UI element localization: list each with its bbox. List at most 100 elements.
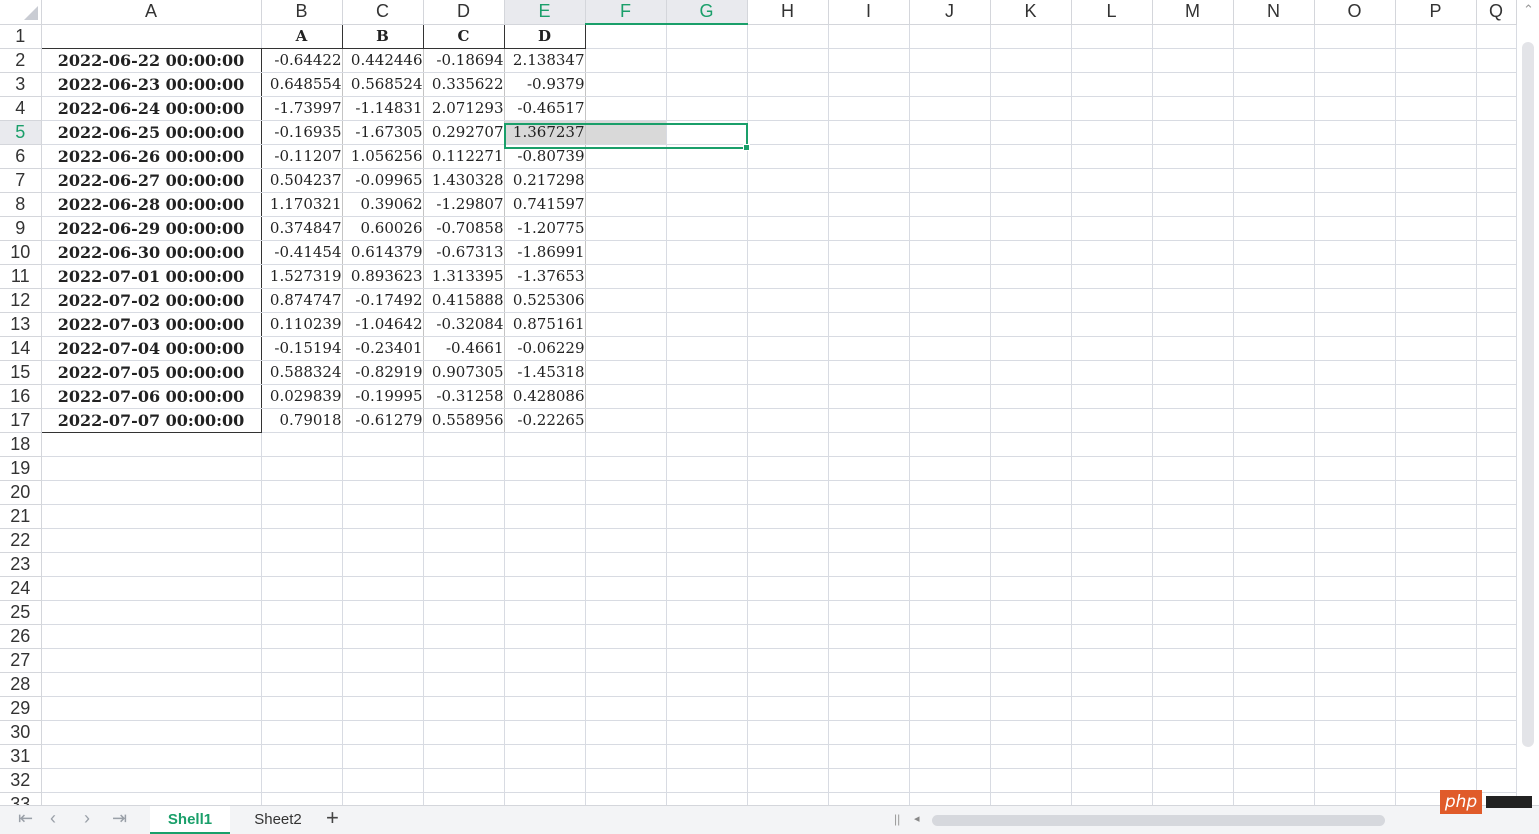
cell-o19[interactable]: [1314, 456, 1396, 481]
cell-g32[interactable]: [666, 768, 748, 793]
cell-j31[interactable]: [909, 744, 991, 769]
cell-f3[interactable]: [585, 72, 667, 97]
cell-m28[interactable]: [1152, 672, 1234, 697]
cell-e13[interactable]: 0.875161: [504, 312, 586, 337]
cell-q12[interactable]: [1476, 288, 1517, 313]
cell-g8[interactable]: [666, 192, 748, 217]
cell-b27[interactable]: [261, 648, 343, 673]
cell-h8[interactable]: [747, 192, 829, 217]
cell-m24[interactable]: [1152, 576, 1234, 601]
cell-h14[interactable]: [747, 336, 829, 361]
cell-o12[interactable]: [1314, 288, 1396, 313]
cell-j6[interactable]: [909, 144, 991, 169]
cell-i30[interactable]: [828, 720, 910, 745]
cell-a2[interactable]: 2022-06-22 00:00:00: [40, 48, 262, 73]
cell-q15[interactable]: [1476, 360, 1517, 385]
cell-f7[interactable]: [585, 168, 667, 193]
cell-i7[interactable]: [828, 168, 910, 193]
cell-p25[interactable]: [1395, 600, 1477, 625]
row-header[interactable]: 24: [0, 576, 42, 601]
cell-f17[interactable]: [585, 408, 667, 433]
cell-p11[interactable]: [1395, 264, 1477, 289]
cell-b7[interactable]: 0.504237: [261, 168, 343, 193]
cell-d31[interactable]: [423, 744, 505, 769]
cell-l19[interactable]: [1071, 456, 1153, 481]
cell-d20[interactable]: [423, 480, 505, 505]
cell-p17[interactable]: [1395, 408, 1477, 433]
cell-f28[interactable]: [585, 672, 667, 697]
cell-n2[interactable]: [1233, 48, 1315, 73]
cell-d6[interactable]: 0.112271: [423, 144, 505, 169]
cell-f4[interactable]: [585, 96, 667, 121]
cell-e3[interactable]: -0.9379: [504, 72, 586, 97]
cell-c29[interactable]: [342, 696, 424, 721]
cell-k12[interactable]: [990, 288, 1072, 313]
column-header-f[interactable]: F: [585, 0, 667, 25]
cell-n10[interactable]: [1233, 240, 1315, 265]
cell-p26[interactable]: [1395, 624, 1477, 649]
cell-b32[interactable]: [261, 768, 343, 793]
cell-k19[interactable]: [990, 456, 1072, 481]
cell-j2[interactable]: [909, 48, 991, 73]
cell-a14[interactable]: 2022-07-04 00:00:00: [40, 336, 262, 361]
column-header-l[interactable]: L: [1071, 0, 1153, 25]
cell-g16[interactable]: [666, 384, 748, 409]
cell-d1[interactable]: C: [422, 23, 505, 49]
row-header[interactable]: 13: [0, 312, 42, 337]
cell-j21[interactable]: [909, 504, 991, 529]
cell-l32[interactable]: [1071, 768, 1153, 793]
cell-c23[interactable]: [342, 552, 424, 577]
cell-l17[interactable]: [1071, 408, 1153, 433]
cell-k13[interactable]: [990, 312, 1072, 337]
cell-d8[interactable]: -1.29807: [423, 192, 505, 217]
cell-j25[interactable]: [909, 600, 991, 625]
cell-e12[interactable]: 0.525306: [504, 288, 586, 313]
cell-o20[interactable]: [1314, 480, 1396, 505]
column-header-b[interactable]: B: [261, 0, 343, 25]
cell-o8[interactable]: [1314, 192, 1396, 217]
cell-n6[interactable]: [1233, 144, 1315, 169]
cell-p19[interactable]: [1395, 456, 1477, 481]
cell-q26[interactable]: [1476, 624, 1517, 649]
cell-c2[interactable]: 0.442446: [342, 48, 424, 73]
cell-g14[interactable]: [666, 336, 748, 361]
row-header[interactable]: 7: [0, 168, 42, 193]
cell-o28[interactable]: [1314, 672, 1396, 697]
cell-a5[interactable]: 2022-06-25 00:00:00: [40, 120, 262, 145]
cell-n1[interactable]: [1233, 24, 1315, 49]
row-header[interactable]: 21: [0, 504, 42, 529]
cell-f33[interactable]: [585, 792, 667, 805]
cell-o23[interactable]: [1314, 552, 1396, 577]
cell-c10[interactable]: 0.614379: [342, 240, 424, 265]
row-header[interactable]: 18: [0, 432, 42, 457]
cell-q27[interactable]: [1476, 648, 1517, 673]
cell-p12[interactable]: [1395, 288, 1477, 313]
cell-m19[interactable]: [1152, 456, 1234, 481]
cell-i10[interactable]: [828, 240, 910, 265]
cell-d29[interactable]: [423, 696, 505, 721]
add-sheet-button[interactable]: +: [326, 805, 339, 831]
cell-l14[interactable]: [1071, 336, 1153, 361]
cell-g3[interactable]: [666, 72, 748, 97]
cell-g17[interactable]: [666, 408, 748, 433]
cell-i5[interactable]: [828, 120, 910, 145]
cell-g28[interactable]: [666, 672, 748, 697]
cell-o30[interactable]: [1314, 720, 1396, 745]
cell-a12[interactable]: 2022-07-02 00:00:00: [40, 288, 262, 313]
cell-l16[interactable]: [1071, 384, 1153, 409]
cell-f15[interactable]: [585, 360, 667, 385]
cell-o29[interactable]: [1314, 696, 1396, 721]
cell-n30[interactable]: [1233, 720, 1315, 745]
cell-i25[interactable]: [828, 600, 910, 625]
cell-g31[interactable]: [666, 744, 748, 769]
cell-f11[interactable]: [585, 264, 667, 289]
cell-m13[interactable]: [1152, 312, 1234, 337]
cell-d24[interactable]: [423, 576, 505, 601]
cell-k31[interactable]: [990, 744, 1072, 769]
cell-o33[interactable]: [1314, 792, 1396, 805]
cell-c31[interactable]: [342, 744, 424, 769]
cell-e22[interactable]: [504, 528, 586, 553]
cell-e32[interactable]: [504, 768, 586, 793]
cell-l2[interactable]: [1071, 48, 1153, 73]
cell-h6[interactable]: [747, 144, 829, 169]
